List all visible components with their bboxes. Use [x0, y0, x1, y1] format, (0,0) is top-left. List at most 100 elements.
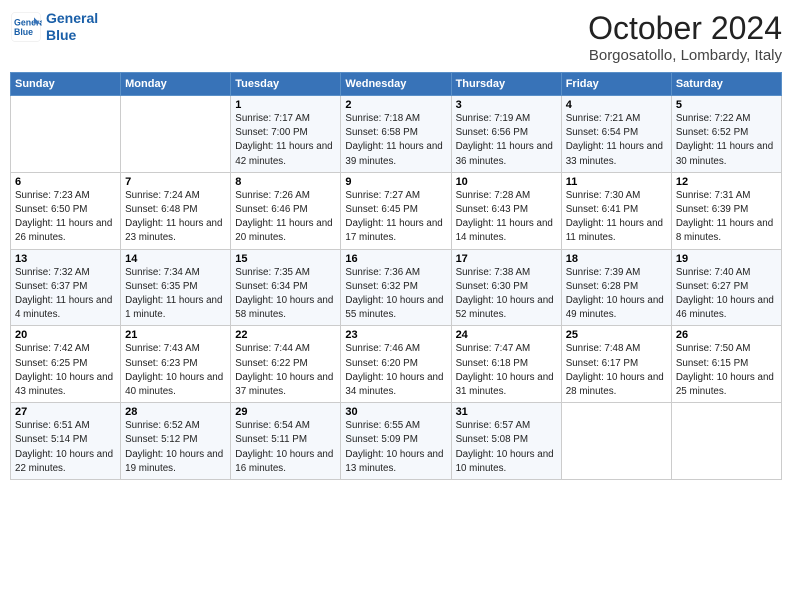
day-info: Sunrise: 6:55 AM Sunset: 5:09 PM Dayligh…: [345, 419, 446, 476]
day-cell: 9Sunrise: 7:27 AM Sunset: 6:45 PM Daylig…: [341, 172, 451, 249]
day-info: Sunrise: 7:47 AM Sunset: 6:18 PM Dayligh…: [456, 342, 557, 399]
day-info: Sunrise: 7:28 AM Sunset: 6:43 PM Dayligh…: [456, 189, 557, 246]
day-number: 31: [456, 406, 557, 418]
day-number: 19: [676, 253, 777, 265]
day-cell: 11Sunrise: 7:30 AM Sunset: 6:41 PM Dayli…: [561, 172, 671, 249]
day-cell: 6Sunrise: 7:23 AM Sunset: 6:50 PM Daylig…: [11, 172, 121, 249]
day-info: Sunrise: 7:34 AM Sunset: 6:35 PM Dayligh…: [125, 266, 226, 323]
day-info: Sunrise: 7:42 AM Sunset: 6:25 PM Dayligh…: [15, 342, 116, 399]
day-cell: 23Sunrise: 7:46 AM Sunset: 6:20 PM Dayli…: [341, 326, 451, 403]
day-number: 26: [676, 329, 777, 341]
day-number: 6: [15, 176, 116, 188]
day-cell: 28Sunrise: 6:52 AM Sunset: 5:12 PM Dayli…: [121, 403, 231, 480]
day-number: 15: [235, 253, 336, 265]
day-number: 1: [235, 99, 336, 111]
day-number: 20: [15, 329, 116, 341]
day-number: 7: [125, 176, 226, 188]
weekday-header-row: SundayMondayTuesdayWednesdayThursdayFrid…: [11, 73, 782, 96]
day-cell: 5Sunrise: 7:22 AM Sunset: 6:52 PM Daylig…: [671, 96, 781, 173]
day-number: 5: [676, 99, 777, 111]
day-info: Sunrise: 7:17 AM Sunset: 7:00 PM Dayligh…: [235, 112, 336, 169]
weekday-header-monday: Monday: [121, 73, 231, 96]
day-number: 8: [235, 176, 336, 188]
day-info: Sunrise: 7:26 AM Sunset: 6:46 PM Dayligh…: [235, 189, 336, 246]
logo-icon: General Blue: [10, 11, 42, 43]
day-cell: 18Sunrise: 7:39 AM Sunset: 6:28 PM Dayli…: [561, 249, 671, 326]
day-number: 25: [566, 329, 667, 341]
weekday-header-thursday: Thursday: [451, 73, 561, 96]
day-info: Sunrise: 7:35 AM Sunset: 6:34 PM Dayligh…: [235, 266, 336, 323]
logo-text-general: General: [46, 10, 98, 27]
day-info: Sunrise: 7:32 AM Sunset: 6:37 PM Dayligh…: [15, 266, 116, 323]
page-header: General Blue General Blue October 2024 B…: [10, 10, 782, 64]
day-info: Sunrise: 7:18 AM Sunset: 6:58 PM Dayligh…: [345, 112, 446, 169]
day-info: Sunrise: 7:23 AM Sunset: 6:50 PM Dayligh…: [15, 189, 116, 246]
logo-text-blue: Blue: [46, 27, 98, 44]
day-cell: 26Sunrise: 7:50 AM Sunset: 6:15 PM Dayli…: [671, 326, 781, 403]
day-cell: 24Sunrise: 7:47 AM Sunset: 6:18 PM Dayli…: [451, 326, 561, 403]
day-cell: 10Sunrise: 7:28 AM Sunset: 6:43 PM Dayli…: [451, 172, 561, 249]
week-row-4: 20Sunrise: 7:42 AM Sunset: 6:25 PM Dayli…: [11, 326, 782, 403]
day-cell: [11, 96, 121, 173]
day-number: 12: [676, 176, 777, 188]
day-number: 21: [125, 329, 226, 341]
day-info: Sunrise: 7:44 AM Sunset: 6:22 PM Dayligh…: [235, 342, 336, 399]
day-info: Sunrise: 7:46 AM Sunset: 6:20 PM Dayligh…: [345, 342, 446, 399]
day-cell: 2Sunrise: 7:18 AM Sunset: 6:58 PM Daylig…: [341, 96, 451, 173]
day-info: Sunrise: 7:24 AM Sunset: 6:48 PM Dayligh…: [125, 189, 226, 246]
day-cell: 17Sunrise: 7:38 AM Sunset: 6:30 PM Dayli…: [451, 249, 561, 326]
day-cell: 21Sunrise: 7:43 AM Sunset: 6:23 PM Dayli…: [121, 326, 231, 403]
day-cell: 27Sunrise: 6:51 AM Sunset: 5:14 PM Dayli…: [11, 403, 121, 480]
day-info: Sunrise: 7:40 AM Sunset: 6:27 PM Dayligh…: [676, 266, 777, 323]
day-number: 29: [235, 406, 336, 418]
weekday-header-wednesday: Wednesday: [341, 73, 451, 96]
day-number: 2: [345, 99, 446, 111]
day-cell: 16Sunrise: 7:36 AM Sunset: 6:32 PM Dayli…: [341, 249, 451, 326]
day-info: Sunrise: 6:54 AM Sunset: 5:11 PM Dayligh…: [235, 419, 336, 476]
day-info: Sunrise: 7:30 AM Sunset: 6:41 PM Dayligh…: [566, 189, 667, 246]
weekday-header-saturday: Saturday: [671, 73, 781, 96]
day-cell: 31Sunrise: 6:57 AM Sunset: 5:08 PM Dayli…: [451, 403, 561, 480]
day-number: 9: [345, 176, 446, 188]
day-number: 28: [125, 406, 226, 418]
day-number: 16: [345, 253, 446, 265]
day-info: Sunrise: 6:57 AM Sunset: 5:08 PM Dayligh…: [456, 419, 557, 476]
day-number: 11: [566, 176, 667, 188]
day-info: Sunrise: 7:39 AM Sunset: 6:28 PM Dayligh…: [566, 266, 667, 323]
day-number: 30: [345, 406, 446, 418]
day-cell: 22Sunrise: 7:44 AM Sunset: 6:22 PM Dayli…: [231, 326, 341, 403]
svg-text:Blue: Blue: [14, 27, 33, 37]
day-cell: 7Sunrise: 7:24 AM Sunset: 6:48 PM Daylig…: [121, 172, 231, 249]
location-title: Borgosatollo, Lombardy, Italy: [588, 47, 782, 64]
day-cell: 1Sunrise: 7:17 AM Sunset: 7:00 PM Daylig…: [231, 96, 341, 173]
day-cell: [671, 403, 781, 480]
day-number: 13: [15, 253, 116, 265]
week-row-5: 27Sunrise: 6:51 AM Sunset: 5:14 PM Dayli…: [11, 403, 782, 480]
day-cell: 19Sunrise: 7:40 AM Sunset: 6:27 PM Dayli…: [671, 249, 781, 326]
day-info: Sunrise: 7:50 AM Sunset: 6:15 PM Dayligh…: [676, 342, 777, 399]
day-cell: 30Sunrise: 6:55 AM Sunset: 5:09 PM Dayli…: [341, 403, 451, 480]
day-cell: 14Sunrise: 7:34 AM Sunset: 6:35 PM Dayli…: [121, 249, 231, 326]
day-info: Sunrise: 7:36 AM Sunset: 6:32 PM Dayligh…: [345, 266, 446, 323]
title-block: October 2024 Borgosatollo, Lombardy, Ita…: [588, 10, 782, 64]
day-number: 14: [125, 253, 226, 265]
day-info: Sunrise: 7:43 AM Sunset: 6:23 PM Dayligh…: [125, 342, 226, 399]
calendar-table: SundayMondayTuesdayWednesdayThursdayFrid…: [10, 72, 782, 480]
day-cell: 20Sunrise: 7:42 AM Sunset: 6:25 PM Dayli…: [11, 326, 121, 403]
day-cell: [561, 403, 671, 480]
day-number: 27: [15, 406, 116, 418]
day-cell: 3Sunrise: 7:19 AM Sunset: 6:56 PM Daylig…: [451, 96, 561, 173]
day-number: 22: [235, 329, 336, 341]
weekday-header-friday: Friday: [561, 73, 671, 96]
day-number: 17: [456, 253, 557, 265]
week-row-3: 13Sunrise: 7:32 AM Sunset: 6:37 PM Dayli…: [11, 249, 782, 326]
day-cell: 8Sunrise: 7:26 AM Sunset: 6:46 PM Daylig…: [231, 172, 341, 249]
day-info: Sunrise: 7:48 AM Sunset: 6:17 PM Dayligh…: [566, 342, 667, 399]
day-info: Sunrise: 7:21 AM Sunset: 6:54 PM Dayligh…: [566, 112, 667, 169]
day-info: Sunrise: 7:22 AM Sunset: 6:52 PM Dayligh…: [676, 112, 777, 169]
day-cell: 29Sunrise: 6:54 AM Sunset: 5:11 PM Dayli…: [231, 403, 341, 480]
day-cell: 13Sunrise: 7:32 AM Sunset: 6:37 PM Dayli…: [11, 249, 121, 326]
day-info: Sunrise: 7:31 AM Sunset: 6:39 PM Dayligh…: [676, 189, 777, 246]
week-row-2: 6Sunrise: 7:23 AM Sunset: 6:50 PM Daylig…: [11, 172, 782, 249]
day-cell: 12Sunrise: 7:31 AM Sunset: 6:39 PM Dayli…: [671, 172, 781, 249]
